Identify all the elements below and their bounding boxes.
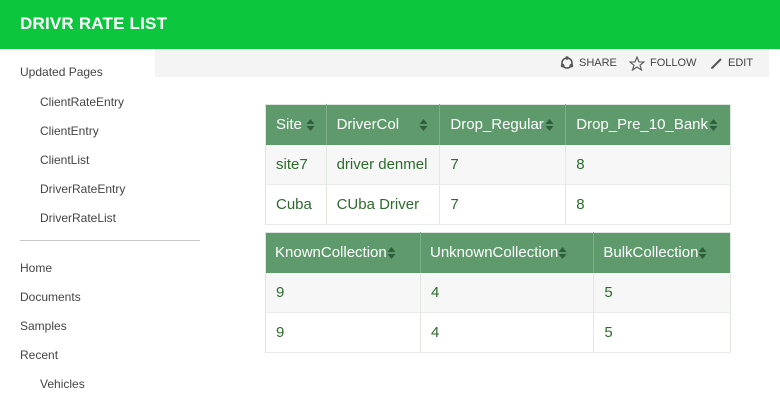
nav-item-clientlist[interactable]: ClientList	[40, 153, 89, 167]
sort-icon	[558, 247, 567, 260]
share-icon	[560, 56, 574, 69]
table-cell: 9	[265, 312, 421, 353]
nav-item-driverratelist[interactable]: DriverRateList	[40, 211, 116, 225]
nav-item-samples[interactable]: Samples	[20, 319, 67, 333]
nav-item-clientrateentry[interactable]: ClientRateEntry	[40, 95, 124, 109]
table-cell: 8	[565, 144, 731, 185]
column-header-label: Site	[276, 116, 302, 134]
nav-item-cliententry[interactable]: ClientEntry	[40, 124, 99, 138]
sort-icon	[698, 247, 707, 260]
table-cell: 4	[420, 312, 595, 353]
star-icon	[629, 55, 645, 71]
table-header-row: Site DriverCol Drop_Regular Drop_Pre_10_…	[265, 104, 731, 145]
table-cell: Cuba	[265, 184, 327, 225]
sort-icon	[306, 119, 315, 132]
follow-label: FOLLOW	[650, 57, 697, 69]
column-header-label: Drop_Pre_10_Bank	[576, 116, 709, 134]
table-cell: 4	[420, 272, 595, 313]
nav-divider	[20, 240, 200, 241]
nav-item-documents[interactable]: Documents	[20, 290, 81, 304]
nav-item-driverrateentry[interactable]: DriverRateEntry	[40, 182, 125, 196]
driver-rate-table: Site DriverCol Drop_Regular Drop_Pre_10_…	[265, 104, 731, 225]
table-cell: driver denmel	[326, 144, 441, 185]
nav-item-home[interactable]: Home	[20, 261, 52, 275]
column-header-label: KnownCollection	[275, 244, 387, 262]
edit-label: EDIT	[728, 57, 754, 69]
table-cell: 5	[593, 312, 731, 353]
edit-button[interactable]: EDIT	[710, 55, 753, 71]
sort-icon	[419, 119, 428, 132]
table-row: Cuba CUba Driver 7 8	[265, 184, 731, 225]
column-header-drivercol[interactable]: DriverCol	[326, 104, 441, 145]
column-header-knowncollection[interactable]: KnownCollection	[265, 232, 421, 273]
table-cell: site7	[265, 144, 327, 185]
column-header-site[interactable]: Site	[265, 104, 327, 145]
nav-updated-pages[interactable]: Updated Pages	[20, 65, 103, 79]
table-cell: 7	[439, 144, 567, 185]
sort-icon	[709, 119, 718, 132]
share-label: SHARE	[579, 57, 617, 69]
nav-item-recent[interactable]: Recent	[20, 348, 58, 362]
pencil-icon	[711, 57, 722, 69]
column-header-drop-regular[interactable]: Drop_Regular	[439, 104, 567, 145]
sort-icon	[387, 247, 396, 260]
table-row: 9 4 5	[265, 272, 731, 313]
table-cell: 5	[593, 272, 731, 313]
collection-table: KnownCollection UnknownCollection BulkCo…	[265, 232, 731, 353]
column-header-bulkcollection[interactable]: BulkCollection	[593, 232, 731, 273]
table-cell: CUba Driver	[326, 184, 441, 225]
column-header-label: UnknownCollection	[430, 244, 559, 262]
table-cell: 8	[565, 184, 731, 225]
suite-bar: DRIVR RATE LIST	[0, 0, 780, 49]
column-header-label: DriverCol	[336, 116, 400, 134]
page-action-bar: SHARE FOLLOW EDIT	[155, 49, 769, 77]
table-row: 9 4 5	[265, 312, 731, 353]
table-cell: 9	[265, 272, 421, 313]
table-row: site7 driver denmel 7 8	[265, 144, 731, 185]
column-header-drop-pre-10-bank[interactable]: Drop_Pre_10_Bank	[565, 104, 731, 145]
column-header-label: Drop_Regular	[450, 116, 544, 134]
table-header-row: KnownCollection UnknownCollection BulkCo…	[265, 232, 731, 273]
follow-button[interactable]: FOLLOW	[629, 55, 696, 71]
column-header-unknowncollection[interactable]: UnknownCollection	[420, 232, 595, 273]
column-header-label: BulkCollection	[603, 244, 699, 262]
share-button[interactable]: SHARE	[560, 55, 617, 71]
page-title: DRIVR RATE LIST	[20, 14, 168, 33]
sort-icon	[545, 119, 554, 132]
nav-item-vehicles[interactable]: Vehicles	[40, 377, 85, 391]
table-cell: 7	[439, 184, 567, 225]
